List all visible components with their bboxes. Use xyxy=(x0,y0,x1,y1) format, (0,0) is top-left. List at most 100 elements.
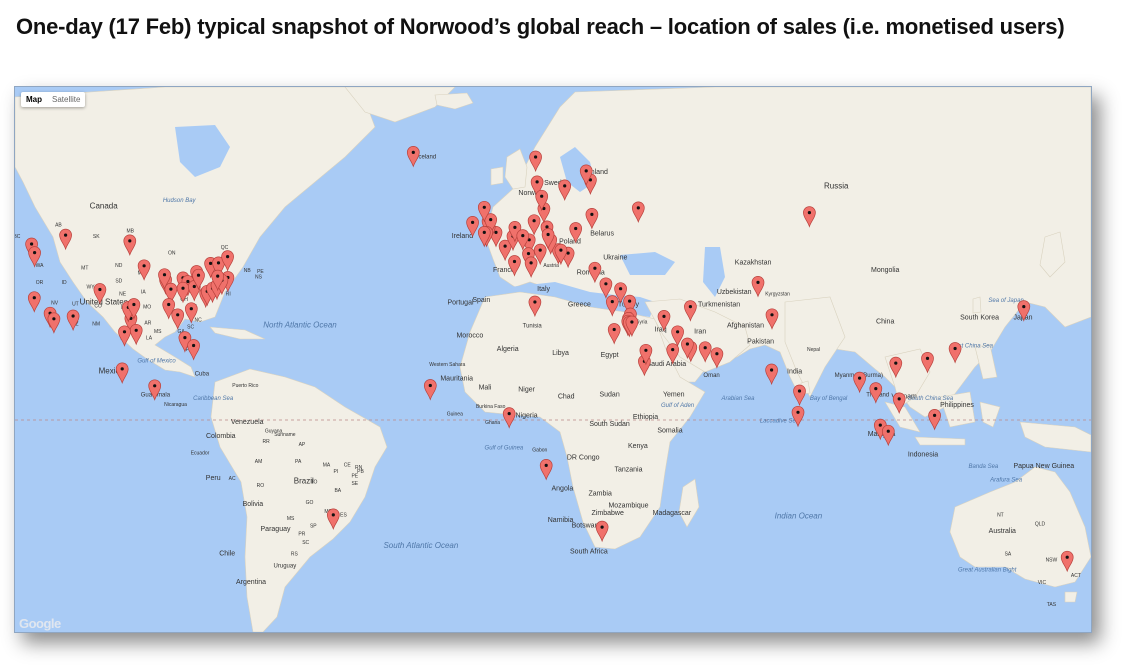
map-label-wa: WA xyxy=(36,263,45,269)
map-label-ukraine: Ukraine xyxy=(603,255,627,262)
marker-dot xyxy=(715,352,719,356)
map-label-algeria: Algeria xyxy=(497,346,519,353)
map-label-namibia: Namibia xyxy=(548,517,574,524)
map-label-australia: Australia xyxy=(989,528,1016,535)
map-label-china: China xyxy=(876,319,894,326)
marker-dot xyxy=(192,284,196,289)
marker-dot xyxy=(770,368,774,372)
marker-dot xyxy=(874,387,878,391)
map-canvas[interactable]: Canada Hudson Bay AB BC SK MB ON QC NB PE NS WA MT ND… xyxy=(15,87,1091,632)
map-label-sudan: Sudan xyxy=(599,392,619,399)
map-label-chad: Chad xyxy=(558,393,575,400)
marker-dot xyxy=(630,320,634,324)
marker-dot xyxy=(600,525,604,529)
map-label-paraguay: Paraguay xyxy=(261,526,291,533)
marker-dot xyxy=(482,205,486,209)
map-label-laccadive: Laccadive Sea xyxy=(760,419,800,425)
map-label-qc: QC xyxy=(221,245,229,251)
map-label-egypt: Egypt xyxy=(601,352,619,359)
marker-dot xyxy=(526,252,531,256)
map-label-papua: Papua New Guinea xyxy=(1013,463,1074,470)
map-label-philippines: Philippines xyxy=(940,402,974,409)
map-label-nd: ND xyxy=(115,263,123,269)
map-label-zambia: Zambia xyxy=(589,491,612,498)
marker-dot xyxy=(209,261,213,265)
map-label-id: ID xyxy=(62,280,67,286)
map-label-nsw: NSW xyxy=(1046,558,1058,564)
map-label-nm: NM xyxy=(92,322,100,328)
map-label-sc-br: SC xyxy=(302,540,309,546)
marker-dot xyxy=(545,225,549,229)
marker-dot xyxy=(797,389,802,393)
map-label-gulf-guinea: Gulf of Guinea xyxy=(485,446,524,452)
map-label-act: ACT xyxy=(1071,573,1081,579)
marker-dot xyxy=(120,367,124,371)
marker-dot xyxy=(128,239,132,243)
marker-dot xyxy=(619,287,623,291)
map-label-dr-congo: DR Congo xyxy=(567,455,600,462)
map-label-nb: NB xyxy=(244,268,252,274)
map-label-gulf-aden: Gulf of Aden xyxy=(661,403,695,409)
map-label-es: ES xyxy=(340,513,347,519)
map-label-uruguay: Uruguay xyxy=(274,564,297,570)
map-label-rs: RS xyxy=(291,552,299,558)
map-label-greece: Greece xyxy=(568,302,591,309)
map-label-mo: MO xyxy=(143,305,151,311)
map-label-indonesia: Indonesia xyxy=(908,451,938,458)
map-label-venezuela: Venezuela xyxy=(231,419,264,426)
map-label-somalia: Somalia xyxy=(657,428,682,435)
map-label-suriname: Suriname xyxy=(274,432,296,438)
map-label-ac: AC xyxy=(229,476,236,482)
map-label-italy: Italy xyxy=(537,286,550,293)
map-label-mb: MB xyxy=(126,228,134,234)
marker-dot xyxy=(628,299,632,303)
map-label-peru: Peru xyxy=(206,475,221,482)
marker-dot xyxy=(503,244,507,248)
marker-dot xyxy=(512,259,517,264)
map-label-india: India xyxy=(787,369,802,376)
marker-dot xyxy=(807,211,811,215)
map-label-colombia: Colombia xyxy=(206,433,236,440)
map-label-mali: Mali xyxy=(479,385,492,392)
marker-dot xyxy=(1065,555,1069,559)
map-label-saudi-arabia: Saudi Arabia xyxy=(646,361,686,368)
marker-dot xyxy=(533,300,537,304)
map-label-am: AM xyxy=(255,459,263,465)
map-type-satellite-button[interactable]: Satellite xyxy=(47,92,85,107)
marker-dot xyxy=(584,169,588,173)
marker-dot xyxy=(1022,305,1026,309)
marker-dot xyxy=(534,155,538,159)
marker-dot xyxy=(181,286,185,290)
marker-dot xyxy=(671,348,675,352)
map-label-burkina: Burkina Faso xyxy=(476,404,506,410)
map-label-south-korea: South Korea xyxy=(960,314,999,321)
marker-dot xyxy=(770,313,774,317)
marker-dot xyxy=(604,282,608,286)
map-label-ns: NS xyxy=(255,274,263,280)
map-label-pe-br: PE xyxy=(351,474,358,480)
map-label-sc: SC xyxy=(187,324,194,330)
map-type-control[interactable]: Map Satellite xyxy=(21,92,86,107)
map-label-cuba: Cuba xyxy=(195,371,210,377)
marker-dot xyxy=(162,273,167,277)
map-label-pr: PR xyxy=(298,532,305,538)
map-label-south-atlantic: South Atlantic Ocean xyxy=(383,541,458,550)
marker-dot xyxy=(216,274,220,278)
landmass-taiwan xyxy=(972,296,982,314)
landmass-tasmania xyxy=(1064,591,1078,603)
map-label-libya: Libya xyxy=(552,350,569,357)
map-type-map-button[interactable]: Map xyxy=(21,92,47,107)
marker-dot xyxy=(167,302,171,307)
map-label-banda-sea: Banda Sea xyxy=(969,464,999,470)
map-label-on: ON xyxy=(168,250,176,256)
landmass-ireland xyxy=(490,166,504,186)
marker-dot xyxy=(796,410,800,414)
map-label-guinea: Guinea xyxy=(447,412,463,418)
map-label-morocco: Morocco xyxy=(456,333,483,340)
map-label-ireland: Ireland xyxy=(452,233,474,240)
map-label-arafura-sea: Arafura Sea xyxy=(989,478,1023,484)
map-embed[interactable]: Canada Hudson Bay AB BC SK MB ON QC NB PE NS WA MT ND… xyxy=(14,86,1092,633)
map-label-sd: SD xyxy=(115,279,122,285)
map-label-ba: BA xyxy=(334,488,341,494)
map-label-gabon: Gabon xyxy=(532,447,547,453)
